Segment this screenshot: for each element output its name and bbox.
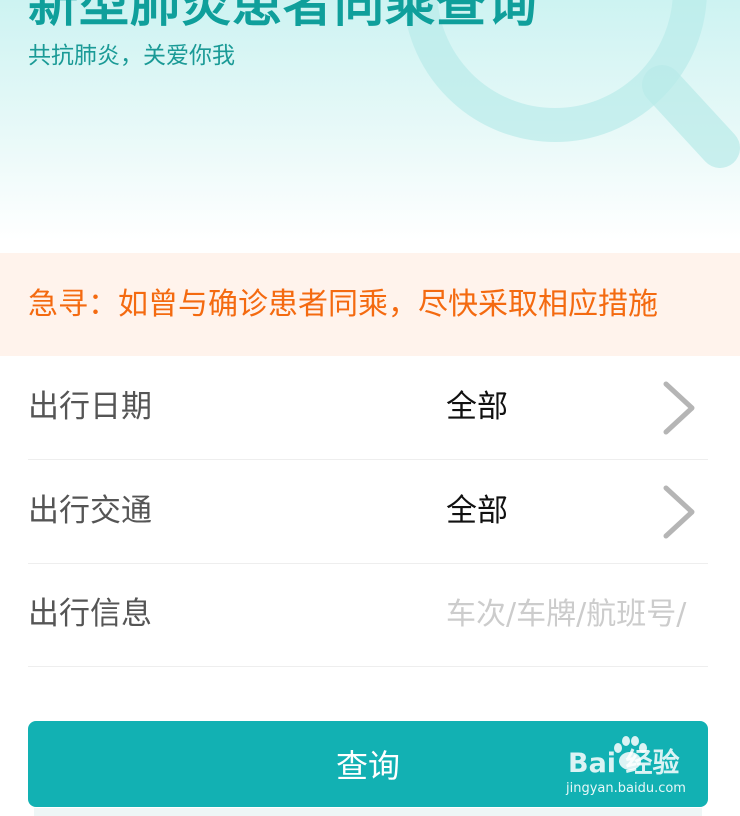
travel-info-input[interactable] [446, 591, 708, 637]
header-banner: 新型肺炎患者同乘查询 共抗肺炎，关爱你我 [0, 0, 740, 253]
chevron-right-icon[interactable] [658, 482, 698, 542]
chevron-right-icon[interactable] [658, 378, 698, 438]
travel-info-label: 出行信息 [28, 596, 152, 632]
search-button[interactable]: 查询 [28, 721, 708, 807]
alert-banner: 急寻：如曾与确诊患者同乘，尽快采取相应措施 [0, 253, 740, 356]
travel-info-row: 出行信息 [28, 563, 708, 667]
button-shadow [34, 808, 702, 816]
alert-text: 急寻：如曾与确诊患者同乘，尽快采取相应措施 [28, 287, 658, 322]
page-title: 新型肺炎患者同乘查询 [28, 0, 538, 33]
page: 新型肺炎患者同乘查询 共抗肺炎，关爱你我 急寻：如曾与确诊患者同乘，尽快采取相应… [0, 0, 740, 816]
transport-value[interactable]: 全部 [446, 490, 508, 532]
travel-date-value[interactable]: 全部 [446, 386, 508, 428]
travel-date-row[interactable]: 出行日期 全部 [28, 356, 708, 460]
page-subtitle: 共抗肺炎，关爱你我 [28, 43, 235, 69]
travel-date-label: 出行日期 [28, 389, 152, 425]
transport-label: 出行交通 [28, 493, 152, 529]
transport-row[interactable]: 出行交通 全部 [28, 460, 708, 564]
